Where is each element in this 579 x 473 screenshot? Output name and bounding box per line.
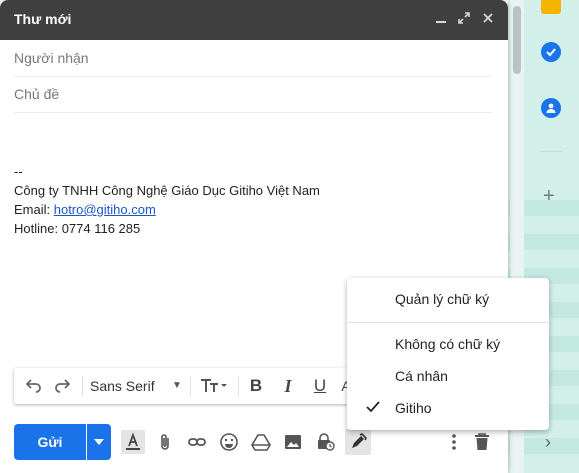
menu-divider	[347, 322, 549, 323]
subject-placeholder: Chủ đề	[14, 86, 60, 102]
more-options-icon[interactable]	[442, 430, 466, 454]
formatting-options-icon[interactable]	[121, 430, 145, 454]
keep-icon[interactable]	[541, 0, 561, 14]
subject-field[interactable]: Chủ đề	[14, 76, 492, 113]
insert-photo-icon[interactable]	[281, 430, 305, 454]
toolbar-divider	[190, 376, 191, 396]
message-body[interactable]: -- Công ty TNHH Công Nghệ Giáo Dục Gitih…	[14, 162, 320, 238]
signature-email-link[interactable]: hotro@gitiho.com	[54, 202, 156, 217]
personal-signature-item[interactable]: Cá nhân	[395, 368, 448, 384]
bold-icon[interactable]: B	[246, 376, 266, 396]
font-name: Sans Serif	[90, 378, 155, 394]
toolbar-divider	[82, 376, 83, 396]
no-signature-item[interactable]: Không có chữ ký	[395, 336, 500, 352]
toolbar-divider	[238, 376, 239, 396]
minimize-icon[interactable]	[432, 10, 450, 28]
send-options-button[interactable]	[87, 424, 111, 460]
gitiho-signature-item[interactable]: Gitiho	[395, 400, 432, 416]
insert-link-icon[interactable]	[185, 430, 209, 454]
send-button[interactable]: Gửi	[14, 424, 86, 460]
google-drive-icon[interactable]	[249, 430, 273, 454]
confidential-mode-icon[interactable]	[313, 430, 337, 454]
contacts-icon[interactable]	[541, 98, 561, 118]
scrollbar-thumb[interactable]	[513, 6, 521, 74]
add-addon-icon[interactable]: +	[543, 186, 555, 206]
manage-signatures-item[interactable]: Quản lý chữ ký	[395, 291, 489, 307]
signature-separator: --	[14, 164, 23, 179]
italic-icon[interactable]: I	[278, 376, 298, 396]
compose-titlebar[interactable]: Thư mới	[0, 0, 508, 40]
font-select[interactable]: Sans Serif ▼	[90, 376, 186, 396]
recipients-field[interactable]: Người nhận	[14, 40, 492, 77]
emoji-icon[interactable]	[217, 430, 241, 454]
text-size-icon[interactable]	[198, 376, 232, 396]
compose-title: Thư mới	[14, 11, 72, 27]
side-divider	[540, 151, 562, 152]
signature-company: Công ty TNHH Công Nghệ Giáo Dục Gitiho V…	[14, 183, 320, 198]
fullscreen-icon[interactable]	[455, 10, 473, 28]
signature-hotline: Hotline: 0774 116 285	[14, 221, 141, 236]
underline-icon[interactable]: U	[310, 376, 330, 396]
redo-icon[interactable]	[52, 376, 74, 396]
attach-file-icon[interactable]	[153, 430, 177, 454]
chevron-down-icon: ▼	[172, 380, 182, 391]
checkmark-icon	[366, 401, 380, 413]
signature-menu: Quản lý chữ ký Không có chữ ký Cá nhân G…	[347, 278, 549, 430]
signature-email-line: Email: hotro@gitiho.com	[14, 200, 320, 219]
tasks-icon[interactable]	[541, 42, 561, 62]
undo-icon[interactable]	[22, 376, 44, 396]
signature-email-label: Email:	[14, 202, 54, 217]
recipients-placeholder: Người nhận	[14, 50, 89, 66]
close-icon[interactable]	[479, 10, 497, 28]
insert-signature-icon[interactable]	[345, 429, 371, 455]
chevron-right-icon[interactable]: ›	[545, 432, 551, 453]
discard-draft-icon[interactable]	[470, 430, 494, 454]
formatting-toolbar: Sans Serif ▼ B I U A	[14, 368, 354, 404]
